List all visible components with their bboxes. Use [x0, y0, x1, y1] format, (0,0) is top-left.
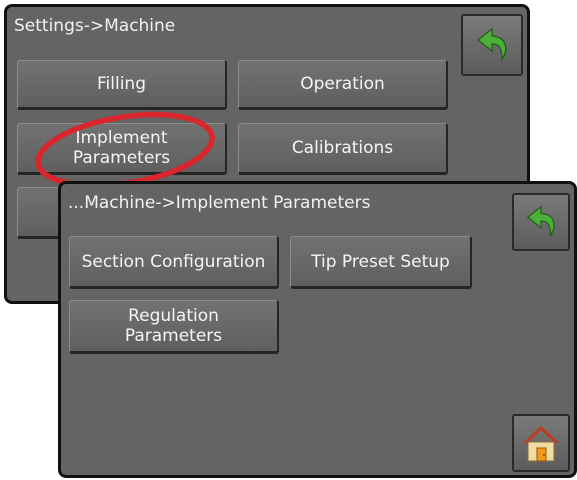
back-arrow-icon	[526, 205, 555, 238]
back-button[interactable]	[512, 193, 570, 251]
implement-parameters-button[interactable]: Implement Parameters	[17, 123, 227, 175]
operation-button[interactable]: Operation	[238, 60, 448, 110]
back-arrow-icon	[477, 27, 507, 61]
home-icon	[523, 426, 559, 462]
back-button[interactable]	[461, 14, 523, 76]
screen-title: ...Machine->Implement Parameters	[68, 193, 371, 213]
home-button[interactable]	[512, 414, 570, 472]
section-configuration-button[interactable]: Section Configuration	[69, 236, 279, 289]
screen-title: Settings->Machine	[14, 16, 176, 36]
calibrations-button[interactable]: Calibrations	[238, 123, 448, 175]
tip-preset-setup-button[interactable]: Tip Preset Setup	[290, 236, 472, 289]
filling-button[interactable]: Filling	[17, 60, 227, 110]
regulation-parameters-button[interactable]: Regulation Parameters	[69, 300, 279, 354]
implement-parameters-screen: ...Machine->Implement Parameters Section…	[58, 181, 577, 478]
